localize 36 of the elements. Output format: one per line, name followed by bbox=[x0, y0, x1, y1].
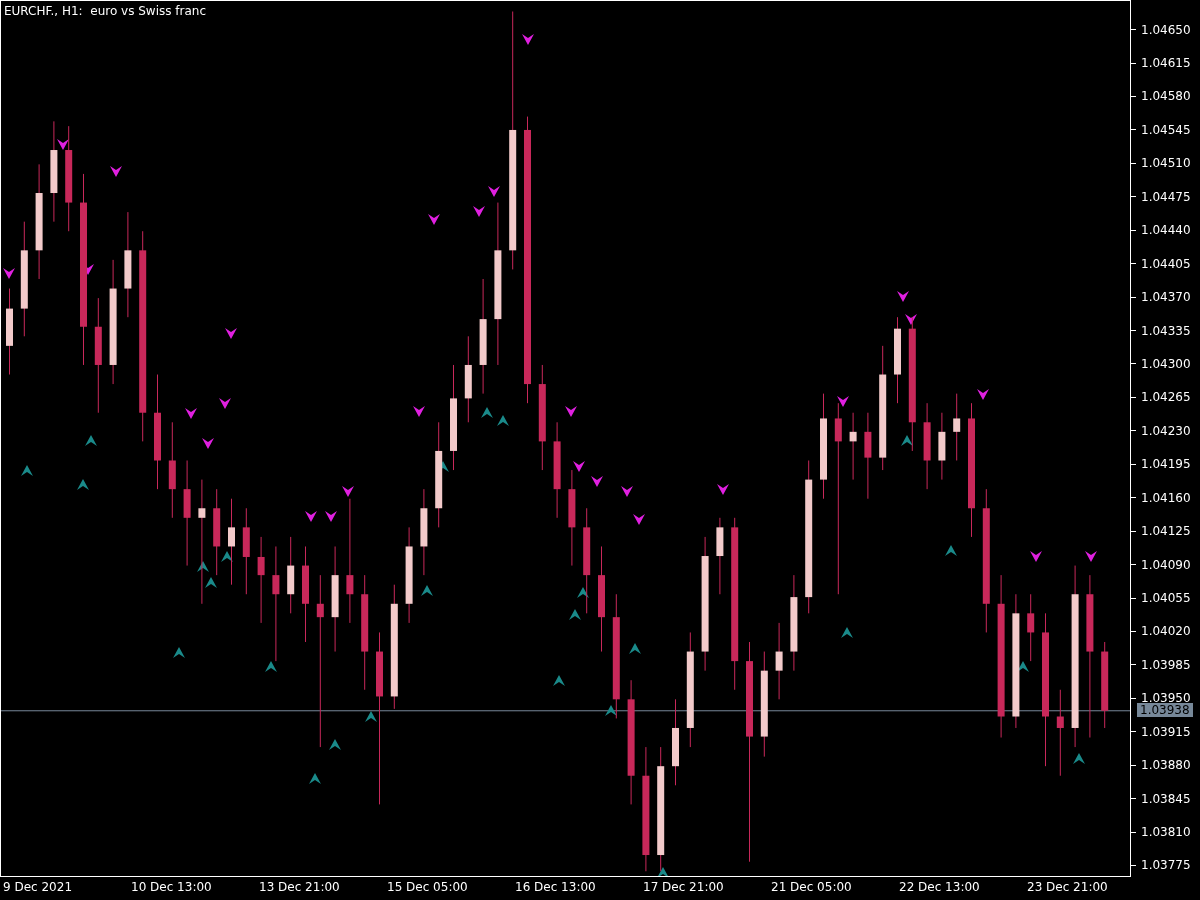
price-label: 1.03880 bbox=[1141, 758, 1191, 773]
price-label: 1.04370 bbox=[1141, 290, 1191, 305]
time-label: 21 Dec 05:00 bbox=[771, 879, 853, 896]
price-label: 1.03845 bbox=[1141, 791, 1191, 806]
price-label: 1.04615 bbox=[1141, 56, 1191, 71]
price-label: 1.04580 bbox=[1141, 89, 1191, 104]
time-label: 23 Dec 21:00 bbox=[1027, 879, 1109, 896]
price-label: 1.04090 bbox=[1141, 557, 1191, 572]
price-label: 1.04055 bbox=[1141, 591, 1191, 605]
current-price-label: 1.03938 bbox=[1137, 702, 1193, 717]
time-label: 16 Dec 13:00 bbox=[515, 879, 597, 896]
price-label: 1.04510 bbox=[1141, 156, 1191, 171]
price-label: 1.04160 bbox=[1141, 490, 1191, 505]
time-label: 10 Dec 13:00 bbox=[131, 879, 213, 896]
price-label: 1.03775 bbox=[1141, 858, 1191, 873]
price-label: 1.03810 bbox=[1141, 825, 1191, 840]
time-label: 22 Dec 13:00 bbox=[899, 879, 981, 896]
price-label: 1.04440 bbox=[1141, 223, 1191, 238]
chart-title: EURCHF., H1: euro vs Swiss franc bbox=[4, 4, 207, 18]
price-label: 1.04405 bbox=[1141, 256, 1191, 271]
price-label: 1.04230 bbox=[1141, 423, 1191, 438]
time-label: 9 Dec 2021 bbox=[3, 879, 74, 896]
time-label: 13 Dec 21:00 bbox=[259, 879, 341, 896]
price-label: 1.04475 bbox=[1141, 189, 1191, 204]
price-label: 1.04545 bbox=[1141, 122, 1191, 137]
price-label: 1.04125 bbox=[1141, 524, 1191, 539]
price-label: 1.04335 bbox=[1141, 323, 1191, 338]
price-label: 1.03985 bbox=[1141, 657, 1191, 672]
time-label: 17 Dec 21:00 bbox=[643, 879, 725, 896]
price-label: 1.04195 bbox=[1141, 457, 1191, 472]
price-label: 1.04020 bbox=[1141, 624, 1191, 639]
price-label: 1.04650 bbox=[1141, 22, 1191, 37]
time-label: 15 Dec 05:00 bbox=[387, 879, 469, 896]
price-label: 1.04265 bbox=[1141, 390, 1191, 405]
price-label: 1.03915 bbox=[1141, 724, 1191, 739]
price-label: 1.04300 bbox=[1141, 356, 1191, 371]
